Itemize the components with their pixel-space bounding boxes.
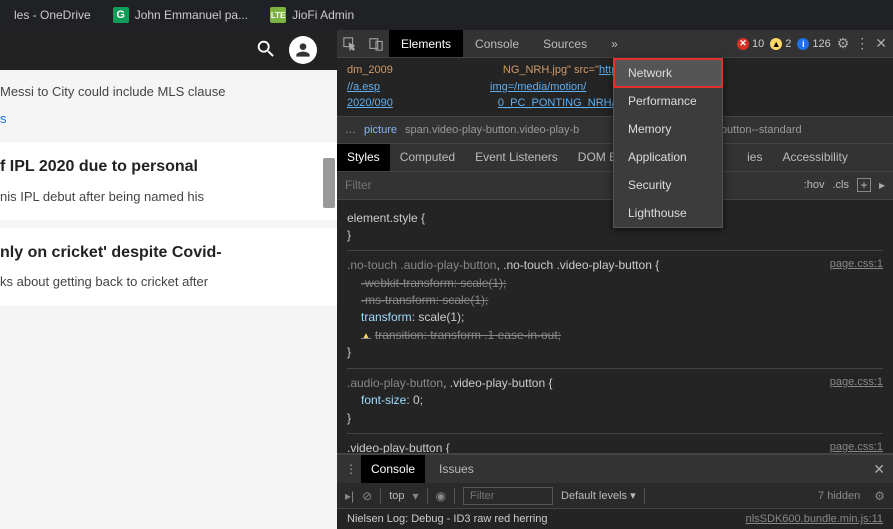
lte-icon: LTE (270, 7, 286, 23)
site-header (0, 30, 337, 70)
menu-item-memory[interactable]: Memory (614, 115, 722, 143)
drawer-tabs: ⋮ Console Issues ✕ (337, 455, 893, 483)
chevron-right-icon[interactable]: ▸ (879, 178, 885, 192)
tab-label: JioFi Admin (292, 8, 354, 22)
breadcrumb-node[interactable]: span.video-play-button.video-play-b (405, 124, 579, 136)
css-selector[interactable]: .video-play-button { (347, 440, 883, 453)
info-count[interactable]: i126 (797, 38, 830, 50)
breadcrumb-ellipsis[interactable]: … (345, 124, 356, 136)
profile-icon[interactable] (289, 36, 317, 64)
tab-console[interactable]: Console (463, 30, 531, 57)
search-icon[interactable] (255, 38, 277, 63)
devtools-toolbar: Elements Console Sources » ✕10 ▲2 i126 ⚙… (337, 30, 893, 58)
article-subtitle: nis IPL debut after being named his (0, 188, 325, 206)
subtab-computed[interactable]: Computed (390, 144, 465, 171)
drawer-tab-console[interactable]: Console (361, 455, 425, 483)
css-rule-block[interactable]: .no-touch .audio-play-button, .no-touch … (347, 250, 883, 367)
drawer-close-icon[interactable]: ✕ (873, 461, 885, 478)
more-tabs-menu: Network Performance Memory Application S… (613, 58, 723, 228)
execution-context[interactable]: top (389, 490, 404, 502)
log-message: Nielsen Log: Debug - ID3 raw red herring (347, 513, 548, 525)
article-caption: Messi to City could include MLS clause (0, 70, 337, 103)
hov-toggle[interactable]: :hov (804, 179, 825, 191)
scrollbar-thumb[interactable] (323, 158, 335, 208)
cls-toggle[interactable]: .cls (832, 179, 849, 191)
log-source-link[interactable]: nlsSDK600.bundle.min.js:11 (746, 513, 883, 525)
source-link[interactable]: page.css:1 (830, 375, 883, 391)
tab-more[interactable]: » (599, 30, 630, 57)
menu-item-network[interactable]: Network (614, 59, 722, 87)
styles-rules-panel[interactable]: element.style {}.no-touch .audio-play-bu… (337, 200, 893, 454)
error-count[interactable]: ✕10 (737, 38, 764, 50)
drawer-tab-issues[interactable]: Issues (429, 455, 484, 483)
tab-elements[interactable]: Elements (389, 30, 463, 57)
console-sidebar-toggle-icon[interactable]: ▸| (345, 489, 354, 503)
css-declaration[interactable]: transform: scale(1); (361, 309, 883, 326)
live-expression-icon[interactable]: ◉ (436, 489, 446, 503)
clear-console-icon[interactable]: ⊘ (362, 489, 372, 503)
warning-count[interactable]: ▲2 (770, 38, 791, 50)
article-card[interactable]: nly on cricket' despite Covid- ks about … (0, 228, 337, 306)
css-selector[interactable]: .audio-play-button, .video-play-button { (347, 375, 883, 392)
new-style-rule-icon[interactable]: + (857, 178, 871, 192)
browser-tab[interactable]: les - OneDrive (4, 0, 101, 30)
source-link[interactable]: page.css:1 (830, 440, 883, 453)
article-title: nly on cricket' despite Covid- (0, 242, 325, 264)
subtab-accessibility[interactable]: Accessibility (772, 144, 857, 171)
console-log-line[interactable]: Nielsen Log: Debug - ID3 raw red herring… (337, 509, 893, 529)
page-content: Messi to City could include MLS clause s… (0, 30, 337, 529)
browser-tab[interactable]: G John Emmanuel pa... (103, 0, 258, 30)
inspect-icon[interactable] (337, 31, 363, 57)
link-stub[interactable]: s (0, 103, 337, 134)
styles-filter-input[interactable] (345, 178, 796, 192)
article-subtitle: ks about getting back to cricket after (0, 273, 325, 291)
console-filter-input[interactable] (463, 487, 553, 505)
subtab-styles[interactable]: Styles (337, 144, 390, 171)
menu-item-security[interactable]: Security (614, 171, 722, 199)
source-link[interactable]: page.css:1 (830, 257, 883, 273)
subtab-properties[interactable]: ies (737, 144, 772, 171)
css-selector[interactable]: .no-touch .audio-play-button, .no-touch … (347, 257, 883, 274)
log-levels-dropdown[interactable]: Default levels ▾ (561, 489, 636, 502)
article-card[interactable]: f IPL 2020 due to personal nis IPL debut… (0, 142, 337, 220)
menu-item-application[interactable]: Application (614, 143, 722, 171)
gear-icon[interactable]: ⚙ (874, 489, 885, 503)
tab-sources[interactable]: Sources (531, 30, 599, 57)
console-drawer: ⋮ Console Issues ✕ ▸| ⊘ top ▾ ◉ Default … (337, 453, 893, 529)
kebab-icon[interactable]: ⋮ (855, 35, 869, 52)
console-toolbar: ▸| ⊘ top ▾ ◉ Default levels ▾ 7 hidden ⚙ (337, 483, 893, 509)
menu-item-lighthouse[interactable]: Lighthouse (614, 199, 722, 227)
article-title: f IPL 2020 due to personal (0, 156, 325, 178)
browser-tab[interactable]: LTE JioFi Admin (260, 0, 364, 30)
hidden-messages-count[interactable]: 7 hidden (818, 490, 860, 502)
css-rule-block[interactable]: .audio-play-button, .video-play-button {… (347, 368, 883, 433)
tab-label: les - OneDrive (14, 8, 91, 22)
css-declaration[interactable]: -ms-transform: scale(1); (361, 292, 883, 309)
css-rule-block[interactable]: .video-play-button {page.css:1cursor: po… (347, 433, 883, 453)
css-declaration[interactable]: ▲transition: transform .1 ease-in-out; (361, 327, 883, 345)
subtab-event-listeners[interactable]: Event Listeners (465, 144, 568, 171)
tab-label: John Emmanuel pa... (135, 8, 248, 22)
css-declaration[interactable]: font-size: 0; (361, 392, 883, 409)
drawer-kebab-icon[interactable]: ⋮ (345, 462, 357, 476)
gear-icon[interactable]: ⚙ (837, 35, 850, 52)
css-declaration[interactable]: -webkit-transform: scale(1); (361, 275, 883, 292)
browser-tab-strip: les - OneDrive G John Emmanuel pa... LTE… (0, 0, 893, 30)
breadcrumb-node[interactable]: picture (364, 124, 397, 136)
close-icon[interactable]: ✕ (875, 35, 887, 52)
device-toggle-icon[interactable] (363, 31, 389, 57)
sheets-icon: G (113, 7, 129, 23)
menu-item-performance[interactable]: Performance (614, 87, 722, 115)
